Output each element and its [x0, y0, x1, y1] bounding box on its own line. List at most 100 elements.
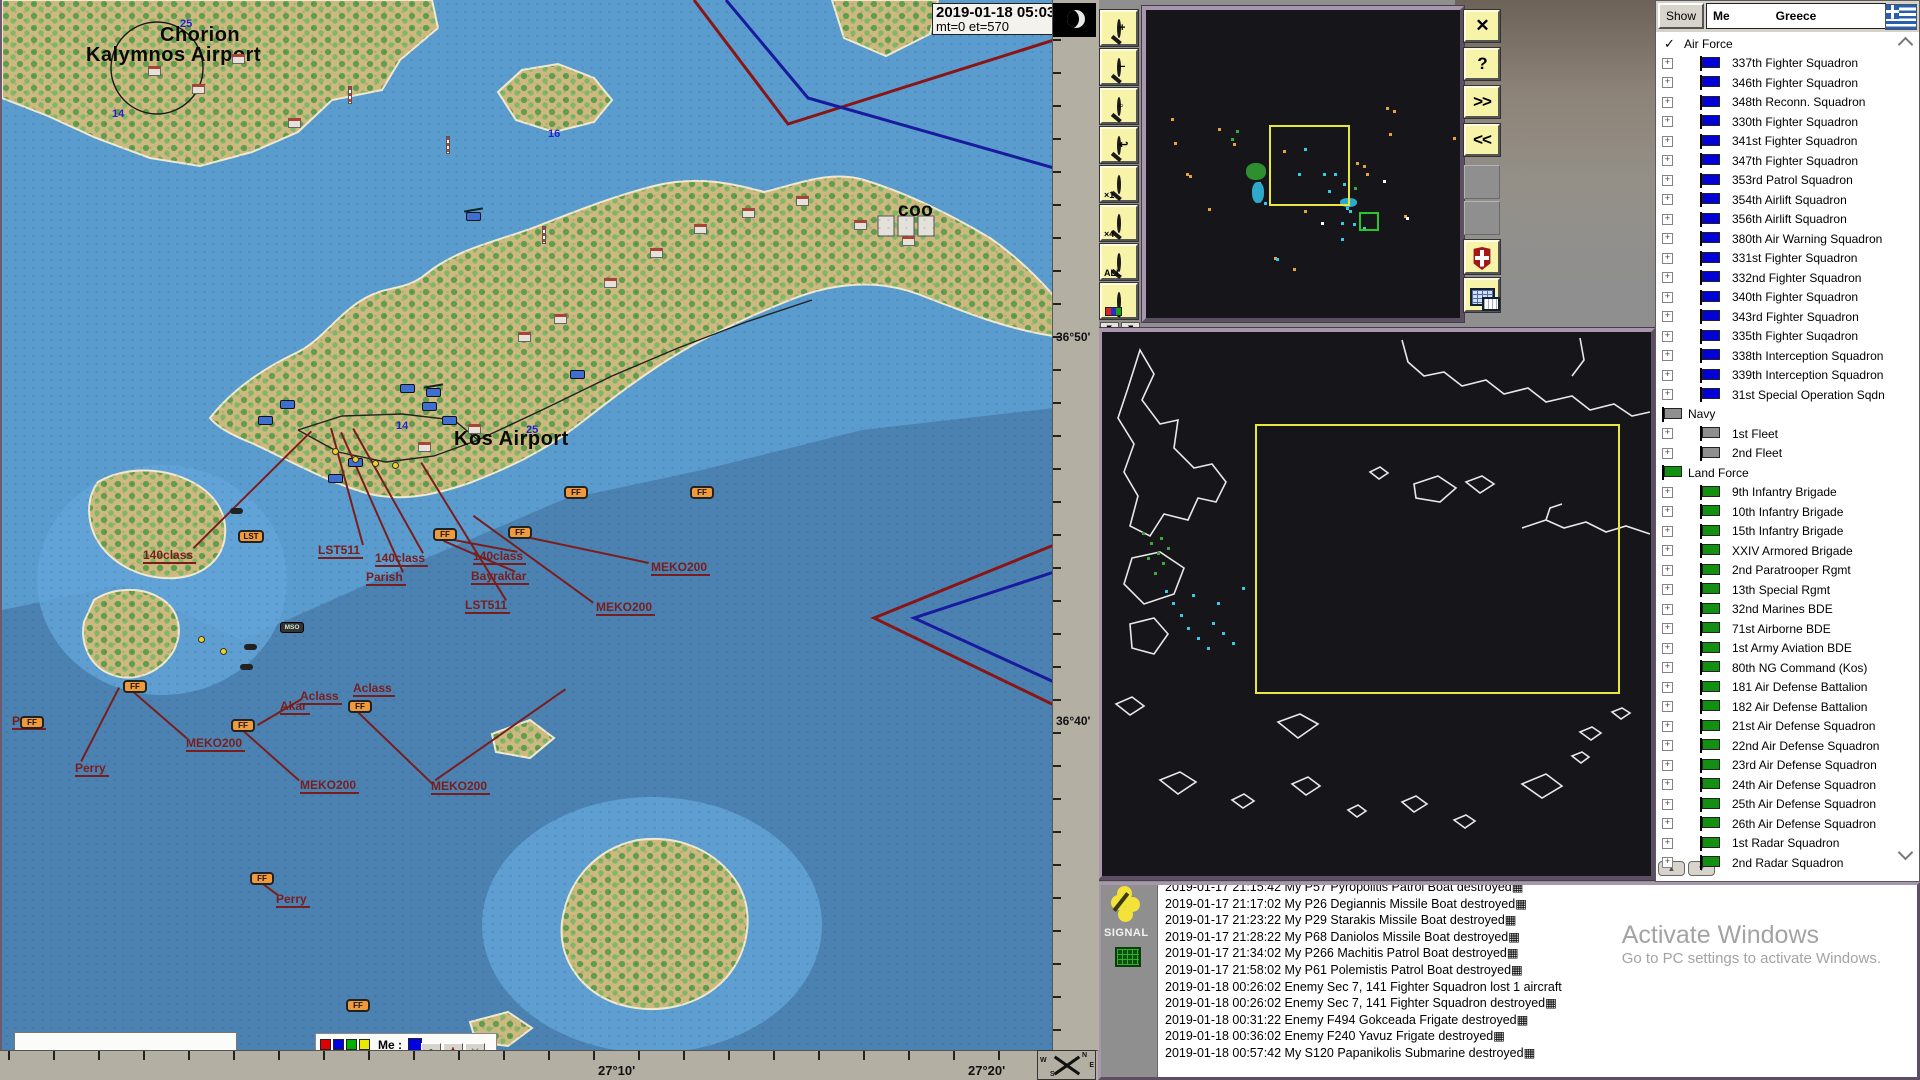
expand-plus-icon[interactable]: + [1662, 604, 1673, 615]
map-unit-icon[interactable] [442, 416, 457, 425]
oob-tree-row[interactable]: + ✓ 32nd Marines BDE [1656, 600, 1919, 620]
map-unit-icon[interactable] [466, 212, 481, 221]
naval-unit-icon[interactable]: FF [348, 700, 372, 713]
map-unit-icon[interactable] [650, 248, 663, 258]
map-unit-icon[interactable] [426, 388, 441, 397]
map-unit-icon[interactable] [332, 448, 339, 455]
map-unit-icon[interactable] [258, 416, 273, 425]
oob-tree-row[interactable]: + ✓ Navy [1656, 405, 1919, 425]
expand-plus-icon[interactable]: + [1662, 487, 1673, 498]
map-unit-icon[interactable] [220, 648, 227, 655]
blank-slot-button[interactable] [1464, 165, 1500, 199]
tactical-map[interactable]: ChorionKalymnos AirportcooKos Airport 25… [0, 0, 1052, 1050]
map-unit-icon[interactable] [542, 226, 546, 244]
window-button[interactable]: ✕ [1464, 10, 1500, 42]
expand-plus-icon[interactable]: + [1662, 272, 1673, 283]
expand-plus-icon[interactable]: + [1662, 389, 1673, 400]
expand-plus-icon[interactable]: + [1662, 175, 1673, 186]
oob-tree-row[interactable]: + ✓ 1st Radar Squadron [1656, 834, 1919, 854]
zoom-button[interactable]: ×1 [1100, 166, 1138, 202]
oob-tree-row[interactable]: + ✓ 330th Fighter Squadron [1656, 112, 1919, 132]
zoom-button[interactable]: + [1100, 10, 1138, 46]
map-unit-icon[interactable] [554, 314, 567, 324]
expand-plus-icon[interactable]: + [1662, 136, 1673, 147]
map-unit-icon[interactable] [230, 508, 243, 514]
expand-plus-icon[interactable]: + [1662, 350, 1673, 361]
map-unit-icon[interactable] [694, 224, 707, 234]
expand-plus-icon[interactable]: + [1662, 116, 1673, 127]
expand-plus-icon[interactable]: + [1662, 77, 1673, 88]
oob-tree-row[interactable]: + ✓ 2nd Fleet [1656, 444, 1919, 464]
expand-plus-icon[interactable]: + [1662, 545, 1673, 556]
minimap-view-rectangle[interactable] [1269, 125, 1350, 206]
map-unit-icon[interactable] [422, 402, 437, 411]
expand-plus-icon[interactable]: + [1662, 58, 1673, 69]
expand-plus-icon[interactable]: + [1662, 331, 1673, 342]
expand-plus-icon[interactable]: + [1662, 526, 1673, 537]
map-unit-icon[interactable] [148, 66, 161, 76]
oob-tree-row[interactable]: + ✓ 24th Air Defense Squadron [1656, 775, 1919, 795]
oob-tree-row[interactable]: + ✓ Land Force [1656, 463, 1919, 483]
map-unit-icon[interactable] [372, 460, 379, 467]
map-unit-icon[interactable] [854, 220, 867, 230]
map-unit-icon[interactable] [468, 424, 481, 434]
naval-unit-icon[interactable]: FF [564, 486, 588, 499]
naval-unit-icon[interactable]: FF [690, 486, 714, 499]
naval-unit-icon[interactable]: MSO [280, 622, 304, 633]
expand-plus-icon[interactable]: + [1662, 662, 1673, 673]
units-toggle-button[interactable]: ♟ [443, 1043, 463, 1050]
expand-plus-icon[interactable]: + [1662, 194, 1673, 205]
oob-tree-row[interactable]: + ✓ Air Force [1656, 34, 1919, 54]
naval-unit-icon[interactable]: FF [123, 680, 147, 693]
expand-plus-icon[interactable]: + [1662, 428, 1673, 439]
oob-tree-row[interactable]: + ✓ 80th NG Command (Kos) [1656, 658, 1919, 678]
oob-tree-row[interactable]: + ✓ 340th Fighter Squadron [1656, 288, 1919, 308]
event-log-list[interactable]: 2019-01-17 21:15:42 My P57 Pyropolitis P… [1161, 882, 1917, 1077]
naval-unit-icon[interactable]: FF [433, 528, 457, 541]
region-view-rectangle[interactable] [1255, 424, 1620, 694]
signal-icon[interactable] [1111, 895, 1126, 910]
map-unit-icon[interactable] [902, 236, 915, 246]
map-unit-icon[interactable] [400, 384, 415, 393]
oob-tree-row[interactable]: + ✓ 332nd Fighter Squadron [1656, 268, 1919, 288]
signal-grid-icon[interactable] [1115, 947, 1141, 967]
expand-plus-icon[interactable]: + [1662, 370, 1673, 381]
expand-plus-icon[interactable]: + [1662, 233, 1673, 244]
expand-plus-icon[interactable]: + [1662, 857, 1673, 868]
expand-plus-icon[interactable]: + [1662, 721, 1673, 732]
labels-toggle-button[interactable]: ✕ [465, 1043, 485, 1050]
oob-tree-row[interactable]: + ✓ 348th Reconn. Squadron [1656, 93, 1919, 113]
map-unit-icon[interactable] [288, 118, 301, 128]
oob-tree-row[interactable]: + ✓ 339th Interception Squadron [1656, 366, 1919, 386]
oob-tree-row[interactable]: + ✓ 31st Special Operation Sqdn [1656, 385, 1919, 405]
map-unit-icon[interactable] [198, 636, 205, 643]
blank-slot-button[interactable] [1464, 201, 1500, 235]
expand-plus-icon[interactable]: + [1662, 740, 1673, 751]
oob-tree-row[interactable]: + ✓ 21st Air Defense Squadron [1656, 717, 1919, 737]
oob-tree-row[interactable]: + ✓ 1st Army Aviation BDE [1656, 639, 1919, 659]
expand-plus-icon[interactable]: + [1662, 292, 1673, 303]
terrain-toggle-button[interactable]: ♣ [421, 1043, 441, 1050]
expand-plus-icon[interactable]: + [1662, 760, 1673, 771]
map-unit-icon[interactable] [244, 644, 257, 650]
map-unit-icon[interactable] [418, 442, 431, 452]
zoom-button[interactable]: − [1100, 49, 1138, 85]
oob-tree-row[interactable]: + ✓ 346th Fighter Squadron [1656, 73, 1919, 93]
oob-tree-row[interactable]: + ✓ 354th Airlift Squadron [1656, 190, 1919, 210]
oob-tree-row[interactable]: + ✓ 331st Fighter Squadron [1656, 249, 1919, 269]
oob-tree-row[interactable]: + ✓ 26th Air Defense Squadron [1656, 814, 1919, 834]
zoom-button[interactable]: ▫ [1100, 88, 1138, 124]
expand-plus-icon[interactable]: + [1662, 253, 1673, 264]
expand-plus-icon[interactable]: + [1662, 506, 1673, 517]
window-button[interactable]: << [1464, 124, 1500, 156]
oob-tree-row[interactable]: + ✓ 353rd Patrol Squadron [1656, 171, 1919, 191]
window-button[interactable]: >> [1464, 86, 1500, 118]
expand-plus-icon[interactable]: + [1662, 701, 1673, 712]
expand-plus-icon[interactable]: + [1662, 448, 1673, 459]
map-unit-icon[interactable] [192, 84, 205, 94]
map-unit-icon[interactable] [796, 196, 809, 206]
expand-plus-icon[interactable]: + [1662, 311, 1673, 322]
zoom-button[interactable]: ↩ [1100, 127, 1138, 163]
oob-tree-row[interactable]: + ✓ XXIV Armored Brigade [1656, 541, 1919, 561]
map-unit-icon[interactable] [742, 208, 755, 218]
